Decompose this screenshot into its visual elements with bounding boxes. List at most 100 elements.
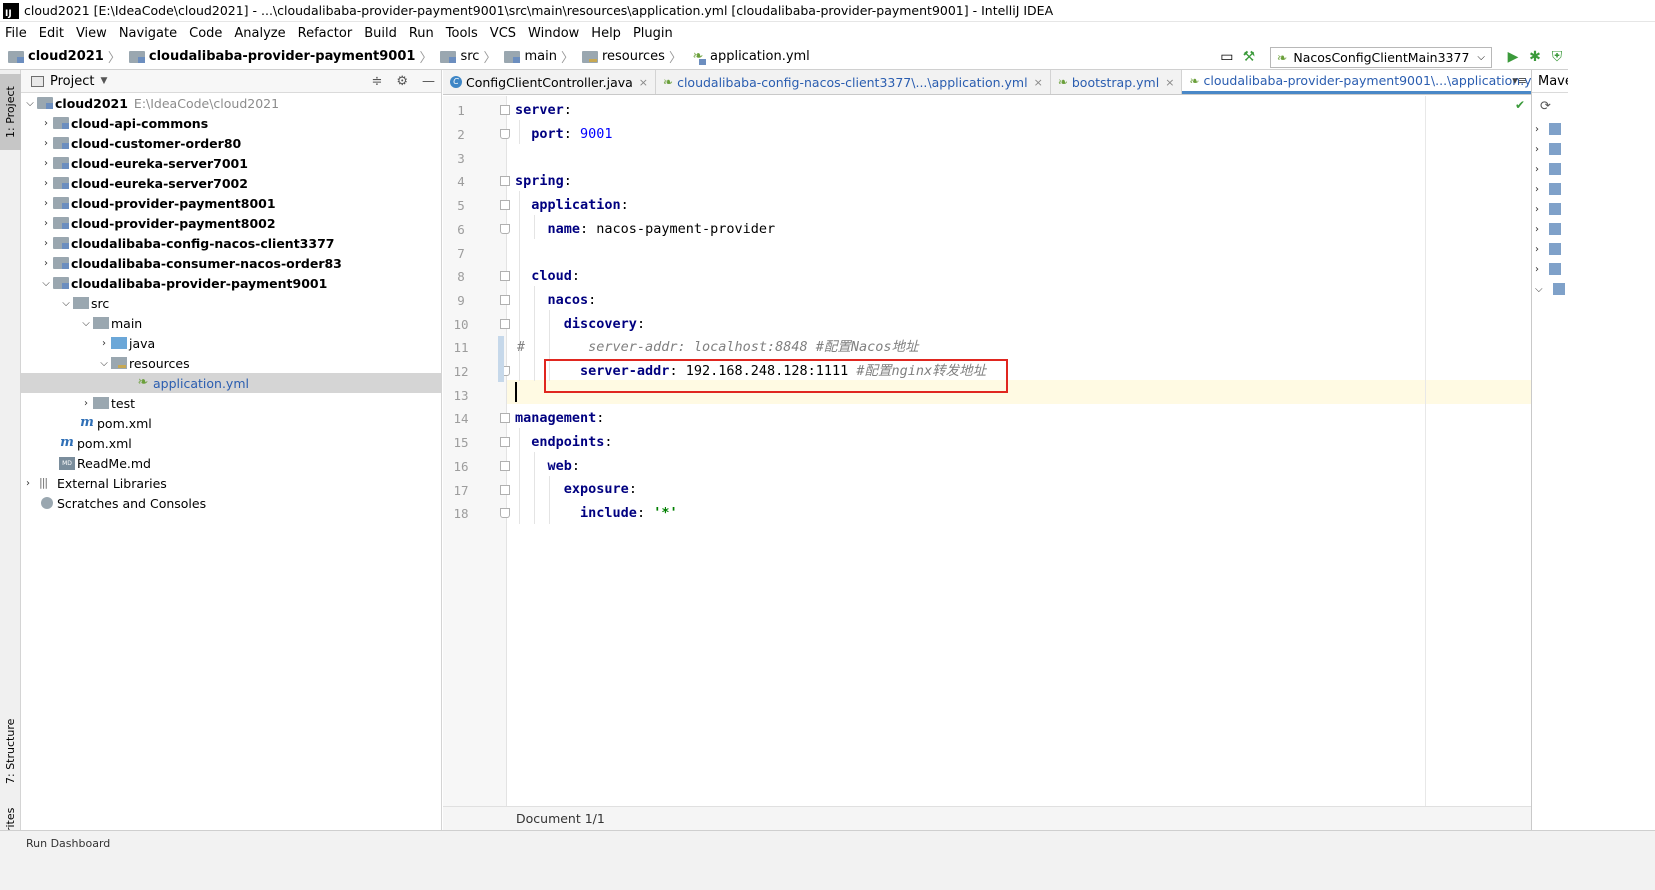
- menu-refactor[interactable]: Refactor: [298, 26, 353, 41]
- nav-crumb-file[interactable]: ❧ application.yml: [682, 49, 810, 65]
- tree-item-root-pom[interactable]: m pom.xml: [21, 433, 441, 453]
- chevron-down-icon[interactable]: ⌵: [79, 318, 93, 329]
- maven-project-row[interactable]: ›: [1532, 199, 1568, 219]
- tab-bootstrap-yml[interactable]: ❧ bootstrap.yml ×: [1051, 70, 1183, 94]
- tree-item-readme[interactable]: MD ReadMe.md: [21, 453, 441, 473]
- close-icon[interactable]: ×: [1165, 76, 1174, 89]
- coverage-icon[interactable]: ⛨: [1546, 49, 1568, 65]
- collapse-all-icon[interactable]: ≑: [371, 74, 382, 89]
- chevron-right-icon[interactable]: ›: [39, 178, 53, 189]
- tree-item-main[interactable]: ⌵ main: [21, 313, 441, 333]
- close-icon[interactable]: ×: [1034, 76, 1043, 89]
- menu-run[interactable]: Run: [409, 26, 434, 41]
- layout-icon[interactable]: ▭: [1216, 49, 1238, 65]
- maven-project-row[interactable]: ⌵: [1532, 279, 1568, 299]
- chevron-right-icon[interactable]: ›: [39, 258, 53, 269]
- chevron-right-icon[interactable]: ›: [39, 118, 53, 129]
- fold-end-marker[interactable]: [500, 224, 510, 234]
- tree-item-cloud-eureka-server7002[interactable]: › cloud-eureka-server7002: [21, 173, 441, 193]
- nav-crumb-module[interactable]: cloudalibaba-provider-payment9001 〉: [121, 47, 432, 66]
- run-dashboard-button[interactable]: Run Dashboard: [26, 837, 110, 850]
- fold-marker[interactable]: [500, 200, 510, 210]
- tree-item-cloudalibaba-consumer-nacos-order83[interactable]: › cloudalibaba-consumer-nacos-order83: [21, 253, 441, 273]
- menu-help[interactable]: Help: [591, 26, 621, 41]
- gear-icon[interactable]: ⚙: [396, 74, 408, 89]
- menu-edit[interactable]: Edit: [39, 26, 64, 41]
- tree-item-src[interactable]: ⌵ src: [21, 293, 441, 313]
- chevron-down-icon[interactable]: ⌵: [97, 358, 111, 369]
- menu-vcs[interactable]: VCS: [490, 26, 516, 41]
- chevron-down-icon[interactable]: ⌵: [23, 98, 37, 109]
- tree-item-external-libraries[interactable]: › ||| External Libraries: [21, 473, 441, 493]
- project-panel-title[interactable]: Project: [50, 74, 94, 89]
- tree-item-test[interactable]: › test: [21, 393, 441, 413]
- chevron-right-icon[interactable]: ›: [39, 238, 53, 249]
- tree-item-cloud-customer-order80[interactable]: › cloud-customer-order80: [21, 133, 441, 153]
- chevron-right-icon[interactable]: ›: [39, 138, 53, 149]
- tree-item-cloudalibaba-provider-payment9001[interactable]: ⌵ cloudalibaba-provider-payment9001: [21, 273, 441, 293]
- fold-marker[interactable]: [500, 437, 510, 447]
- menu-analyze[interactable]: Analyze: [234, 26, 285, 41]
- chevron-right-icon[interactable]: ›: [39, 218, 53, 229]
- vcs-change-marker[interactable]: [498, 336, 504, 382]
- tree-item-cloud-eureka-server7001[interactable]: › cloud-eureka-server7001: [21, 153, 441, 173]
- fold-end-marker[interactable]: [500, 129, 510, 139]
- tree-item-cloudalibaba-config-nacos-client3377[interactable]: › cloudalibaba-config-nacos-client3377: [21, 233, 441, 253]
- fold-marker[interactable]: [500, 485, 510, 495]
- tree-item-cloud2021[interactable]: ⌵ cloud2021 E:\IdeaCode\cloud2021: [21, 93, 441, 113]
- maven-project-row[interactable]: ›: [1532, 139, 1568, 159]
- nav-crumb-src[interactable]: src 〉: [432, 47, 496, 66]
- tree-item-cloud-api-commons[interactable]: › cloud-api-commons: [21, 113, 441, 133]
- fold-end-marker[interactable]: [500, 508, 510, 518]
- tree-item-resources[interactable]: ⌵ resources: [21, 353, 441, 373]
- run-icon[interactable]: ▶: [1502, 49, 1524, 65]
- menu-navigate[interactable]: Navigate: [119, 26, 177, 41]
- menu-plugin[interactable]: Plugin: [633, 26, 673, 41]
- chevron-down-icon[interactable]: ▼: [100, 76, 107, 86]
- editor-breadcrumb[interactable]: Document 1/1: [443, 806, 1531, 830]
- structure-tool-button[interactable]: 7: Structure: [0, 706, 21, 796]
- build-hammer-icon[interactable]: ⚒: [1238, 49, 1260, 65]
- maven-project-row[interactable]: ›: [1532, 239, 1568, 259]
- chevron-right-icon[interactable]: ›: [97, 338, 111, 349]
- project-tool-button[interactable]: 1: Project: [0, 74, 21, 150]
- maven-project-row[interactable]: ›: [1532, 159, 1568, 179]
- nav-crumb-resources[interactable]: resources 〉: [574, 47, 682, 66]
- maven-panel-title[interactable]: Maven: [1532, 70, 1568, 93]
- nav-crumb-main[interactable]: main 〉: [496, 47, 574, 66]
- document-breadcrumb[interactable]: Document 1/1: [516, 811, 605, 826]
- chevron-right-icon[interactable]: ›: [79, 398, 93, 409]
- tree-item-scratches[interactable]: Scratches and Consoles: [21, 493, 441, 513]
- fold-marker[interactable]: [500, 413, 510, 423]
- fold-marker[interactable]: [500, 319, 510, 329]
- tree-item-java[interactable]: › java: [21, 333, 441, 353]
- chevron-down-icon[interactable]: ⌵: [59, 298, 73, 309]
- refresh-icon[interactable]: ⟳: [1540, 99, 1551, 114]
- debug-icon[interactable]: ✱: [1524, 49, 1546, 65]
- maven-project-row[interactable]: ›: [1532, 259, 1568, 279]
- chevron-right-icon[interactable]: ›: [39, 158, 53, 169]
- fold-marker[interactable]: [500, 461, 510, 471]
- menu-build[interactable]: Build: [364, 26, 397, 41]
- code-editor[interactable]: 1 2 3 4 5 6 7 8 9 10 11 12 13 14 15 16 1…: [443, 96, 1531, 806]
- maven-project-row[interactable]: ›: [1532, 219, 1568, 239]
- maven-project-row[interactable]: ›: [1532, 119, 1568, 139]
- run-configuration-select[interactable]: ❧ NacosConfigClientMain3377 ⌵: [1269, 46, 1492, 68]
- fold-marker[interactable]: [500, 295, 510, 305]
- tabs-overflow-icon[interactable]: ▾≡: [1512, 74, 1527, 87]
- menu-tools[interactable]: Tools: [446, 26, 478, 41]
- tree-item-cloud-provider-payment8001[interactable]: › cloud-provider-payment8001: [21, 193, 441, 213]
- fold-marker[interactable]: [500, 271, 510, 281]
- fold-marker[interactable]: [500, 176, 510, 186]
- nav-crumb-project[interactable]: cloud2021 〉: [0, 47, 121, 66]
- hide-panel-icon[interactable]: —: [422, 74, 435, 89]
- fold-marker[interactable]: [500, 105, 510, 115]
- code-area[interactable]: server: port: 9001 spring: application: …: [515, 96, 1525, 806]
- chevron-down-icon[interactable]: ⌵: [39, 278, 53, 289]
- menu-file[interactable]: File: [5, 26, 27, 41]
- maven-project-row[interactable]: ›: [1532, 179, 1568, 199]
- tab-nacos-client-application-yml[interactable]: ❧ cloudalibaba-config-nacos-client3377\.…: [656, 70, 1051, 94]
- menu-code[interactable]: Code: [189, 26, 222, 41]
- tab-config-client-controller[interactable]: C ConfigClientController.java ×: [443, 70, 657, 94]
- close-icon[interactable]: ×: [639, 76, 648, 89]
